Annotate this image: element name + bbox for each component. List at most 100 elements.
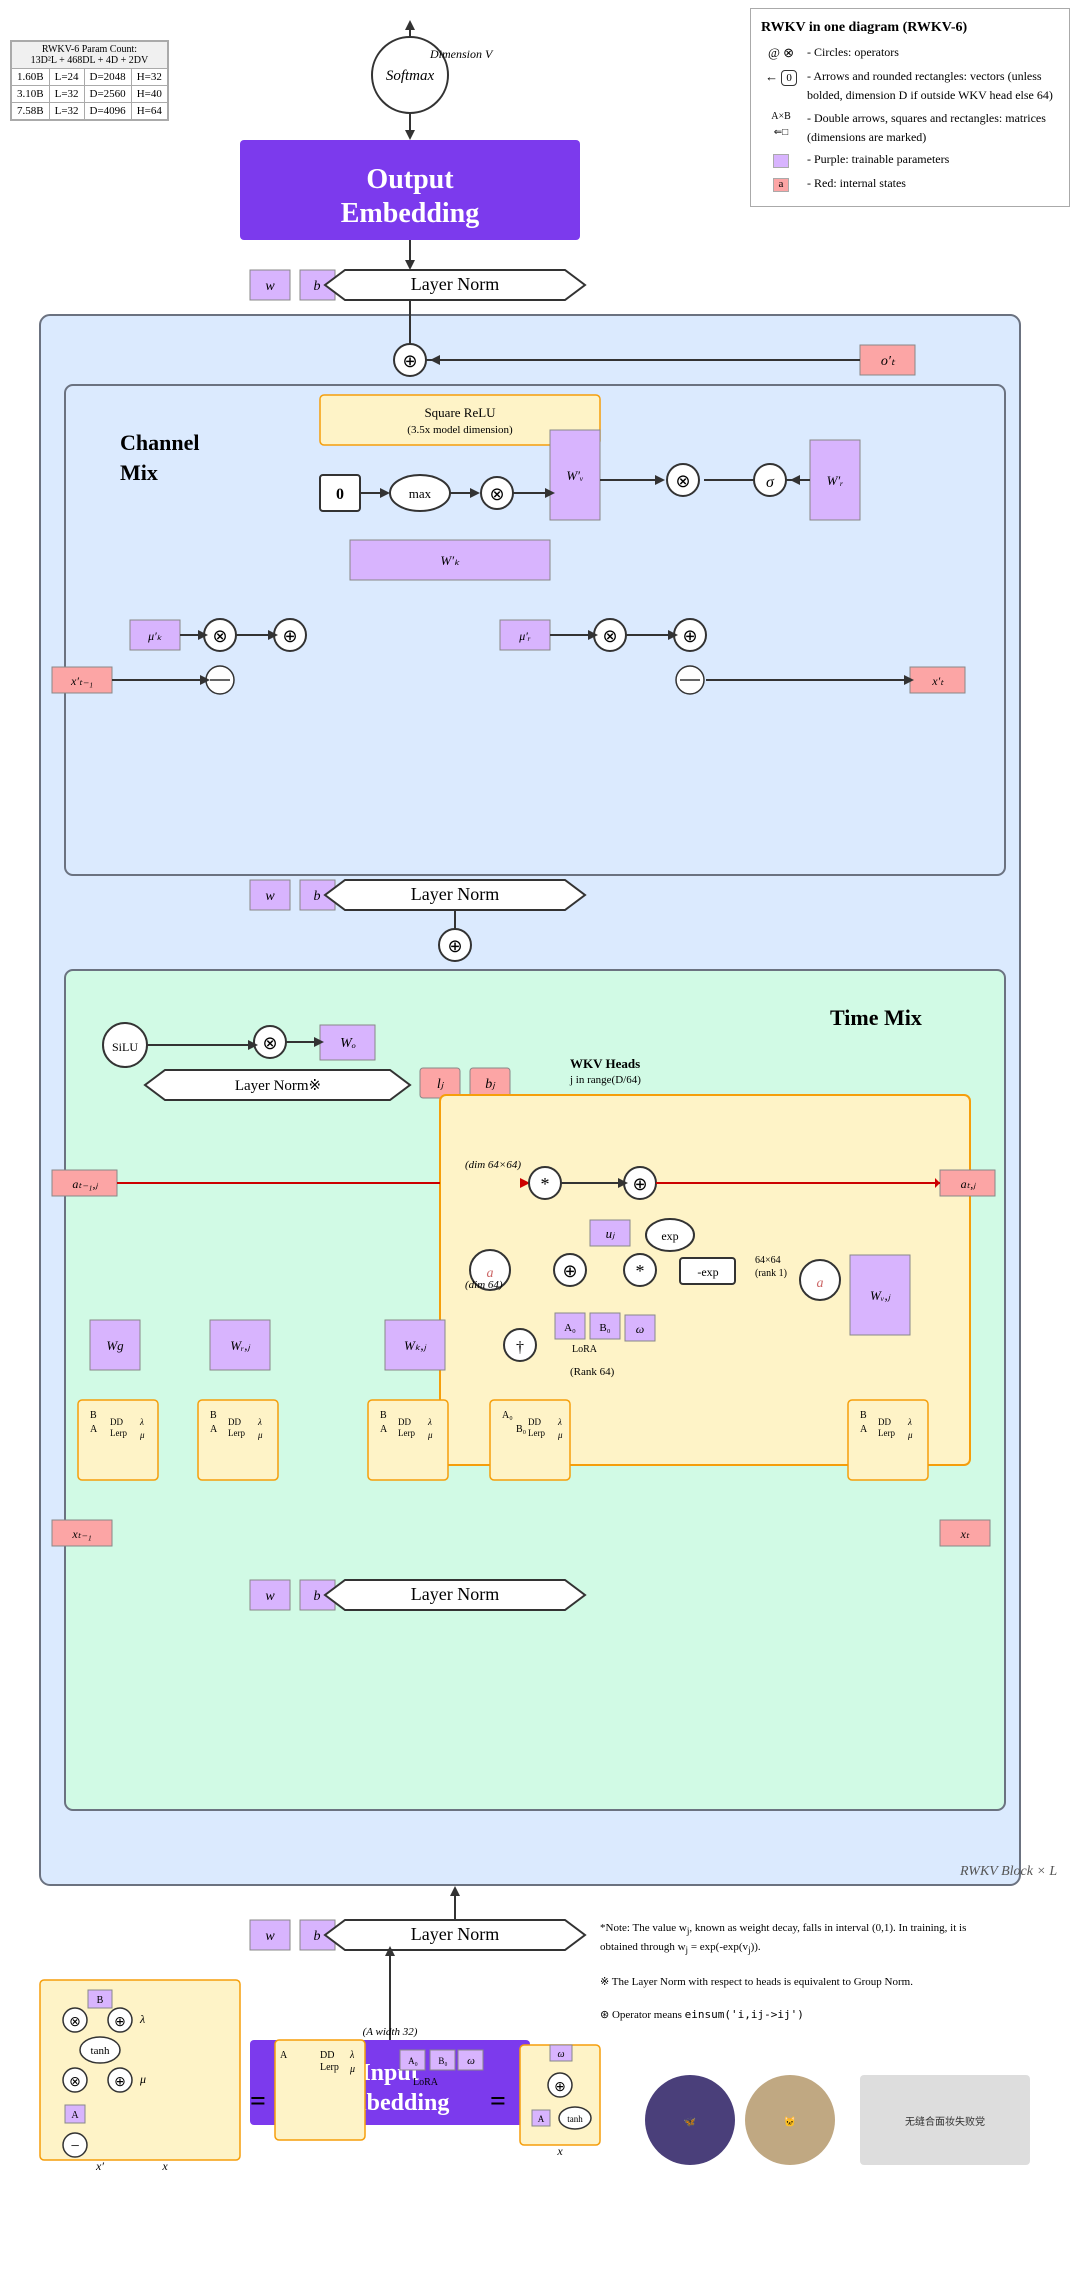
wkv-heads-label: WKV Heads xyxy=(570,1056,640,1071)
legend-box: RWKV in one diagram (RWKV-6) @ ⊗ - Circl… xyxy=(750,8,1070,207)
param-row2-size: 3.10B xyxy=(12,86,50,103)
square-relu-dim: (3.5x model dimension) xyxy=(407,424,513,436)
mu-k-prime: μ′ₖ xyxy=(147,629,163,643)
dd-lerp-wg-lerp: Lerp xyxy=(110,1428,127,1438)
expand-a: A xyxy=(71,2110,79,2121)
note1: *Note: The value wj, known as weight dec… xyxy=(600,1920,1000,1958)
silu-op: SiLU xyxy=(112,1040,138,1054)
legend-red: a - Red: internal states xyxy=(761,174,1059,195)
dd-lerp-wv-dd: DD xyxy=(878,1417,891,1427)
wvj-matrix: Wᵥ,ⱼ xyxy=(870,1288,891,1303)
note3: ⊛ Operator means einsum('i,ij->ij') xyxy=(600,2007,1000,2024)
rank1-label2: (rank 1) xyxy=(755,1268,787,1279)
legend-circles: @ ⊗ - Circles: operators xyxy=(761,43,1059,64)
plus-op-wkv: ⊕ xyxy=(632,1174,647,1194)
dd-lerp-lora-dd: DD xyxy=(528,1417,541,1427)
equals-sign2: = xyxy=(490,2086,506,2117)
wr-prime: W′ᵣ xyxy=(827,473,844,488)
dd-lerp-wk-b: B xyxy=(380,1410,387,1421)
dd-lerp-lora-mu: μ xyxy=(557,1430,563,1440)
ln-cm-b: b xyxy=(314,889,321,904)
wrj-matrix: Wᵣ,ⱼ xyxy=(230,1338,250,1353)
red-text: - Red: internal states xyxy=(807,174,906,193)
plus-op-mid: ⊕ xyxy=(447,936,462,956)
wg-matrix: Wg xyxy=(106,1338,124,1353)
a-state-t1j: aₜ₋₁,ⱼ xyxy=(72,1177,98,1191)
plus-op-inner: ⊕ xyxy=(562,1261,577,1281)
square-relu-label: Square ReLU xyxy=(424,405,496,420)
final-a: A xyxy=(538,2114,545,2124)
dd-lerp-wv-lambda: λ xyxy=(907,1417,912,1427)
legend-vectors: ← 0 - Arrows and rounded rectangles: vec… xyxy=(761,67,1059,105)
main-diagram-svg: Softmax Dimension V Output Embedding w b… xyxy=(10,20,1070,2200)
x-t: xₜ xyxy=(960,1527,970,1541)
param-table-header: RWKV-6 Param Count:13D²L + 468DL + 4D + … xyxy=(12,42,168,69)
softmax-label: Softmax xyxy=(386,68,435,84)
dd-lerp-wr-b: B xyxy=(210,1410,217,1421)
dd-lerp-wg-a: B xyxy=(90,1410,97,1421)
legend-purple: - Purple: trainable parameters xyxy=(761,150,1059,171)
ln-top-b: b xyxy=(314,279,321,294)
expand-b: B xyxy=(97,1995,104,2006)
expand-plus2: ⊕ xyxy=(114,2075,126,2090)
plus-op-mur: ⊕ xyxy=(682,626,697,646)
times-op-mur: ⊗ xyxy=(602,626,617,646)
param-row1-l: L=24 xyxy=(49,69,84,86)
param-row2-d: D=2560 xyxy=(84,86,131,103)
dd-lerp-wk-a: A xyxy=(380,1424,388,1435)
dd-lerp-wv-b: B xyxy=(860,1410,867,1421)
expand-plus1: ⊕ xyxy=(114,2015,126,2030)
image1: 🦋 xyxy=(684,2117,697,2128)
times-op-right: ⊗ xyxy=(675,471,690,491)
equals-sign1: = xyxy=(250,2086,266,2117)
x-prime-t-minus1: x′ₜ₋₁ xyxy=(70,674,93,688)
dd-lerp-wr-mu: μ xyxy=(257,1430,263,1440)
output-embedding-subtitle: Embedding xyxy=(341,198,480,229)
image3-label: 无缝合面妆失败党 xyxy=(905,2115,985,2128)
expand2-a: A xyxy=(280,2050,288,2061)
layer-norm-tm: Layer Norm xyxy=(411,1584,499,1604)
param-row3-size: 7.58B xyxy=(12,103,50,120)
exp-op: exp xyxy=(661,1229,678,1243)
time-mix-title: Time Mix xyxy=(830,1005,922,1030)
a0-label: A₀ xyxy=(564,1322,576,1334)
dd-lerp-wg-dd: DD xyxy=(110,1417,123,1427)
dd-lerp-lora-a0: A₀ xyxy=(502,1410,513,1421)
wo-matrix: Wₒ xyxy=(340,1036,356,1051)
sigma-op: σ xyxy=(766,474,775,491)
star-op: * xyxy=(541,1174,550,1194)
ln-top-w: w xyxy=(265,279,275,294)
ln-bottom-w: w xyxy=(265,1929,275,1944)
expand2-b: DD xyxy=(320,2050,334,2061)
note2: ※ The Layer Norm with respect to heads i… xyxy=(600,1974,1000,1991)
times-op-relu: ⊗ xyxy=(489,484,504,504)
layer-norm-top: Layer Norm xyxy=(411,274,499,294)
layer-norm-bottom: Layer Norm xyxy=(411,1924,499,1944)
dd-lerp-wr-lerp: Lerp xyxy=(228,1428,245,1438)
mu-r-prime: μ′ᵣ xyxy=(518,629,531,643)
param-row3-d: D=4096 xyxy=(84,103,131,120)
o-prime-t: o′ₜ xyxy=(881,354,896,369)
a-width-32: (A width 32) xyxy=(363,2026,418,2038)
omega-label: ω xyxy=(636,1322,644,1336)
channel-mix-title: Channel xyxy=(120,430,199,455)
output-embedding-title: Output xyxy=(366,164,454,195)
expand2-lerp: Lerp xyxy=(320,2062,339,2073)
param-row3-h: H=64 xyxy=(131,103,167,120)
layer-norm-cm: Layer Norm xyxy=(411,884,499,904)
param-row1-d: D=2048 xyxy=(84,69,131,86)
zero-op: 0 xyxy=(336,486,344,503)
dd-lerp-wg-a2: A xyxy=(90,1424,98,1435)
dd-lerp-wv-lerp: Lerp xyxy=(878,1428,895,1438)
ln-bottom-b: b xyxy=(314,1929,321,1944)
param-row3-l: L=32 xyxy=(49,103,84,120)
dd-lerp-lora-lerp: Lerp xyxy=(528,1428,545,1438)
dim-64x64: (dim 64×64) xyxy=(465,1159,521,1171)
dagger-op: † xyxy=(516,1339,524,1356)
lora2-a0: A₀ xyxy=(408,2056,418,2066)
dd-lerp-wv-a: A xyxy=(860,1424,868,1435)
dd-lerp-wr-a: A xyxy=(210,1424,218,1435)
b0-label: B₀ xyxy=(599,1322,610,1334)
legend-matrices: A×B⇐□ - Double arrows, squares and recta… xyxy=(761,109,1059,147)
x-prime-input: x′ xyxy=(95,2159,104,2173)
